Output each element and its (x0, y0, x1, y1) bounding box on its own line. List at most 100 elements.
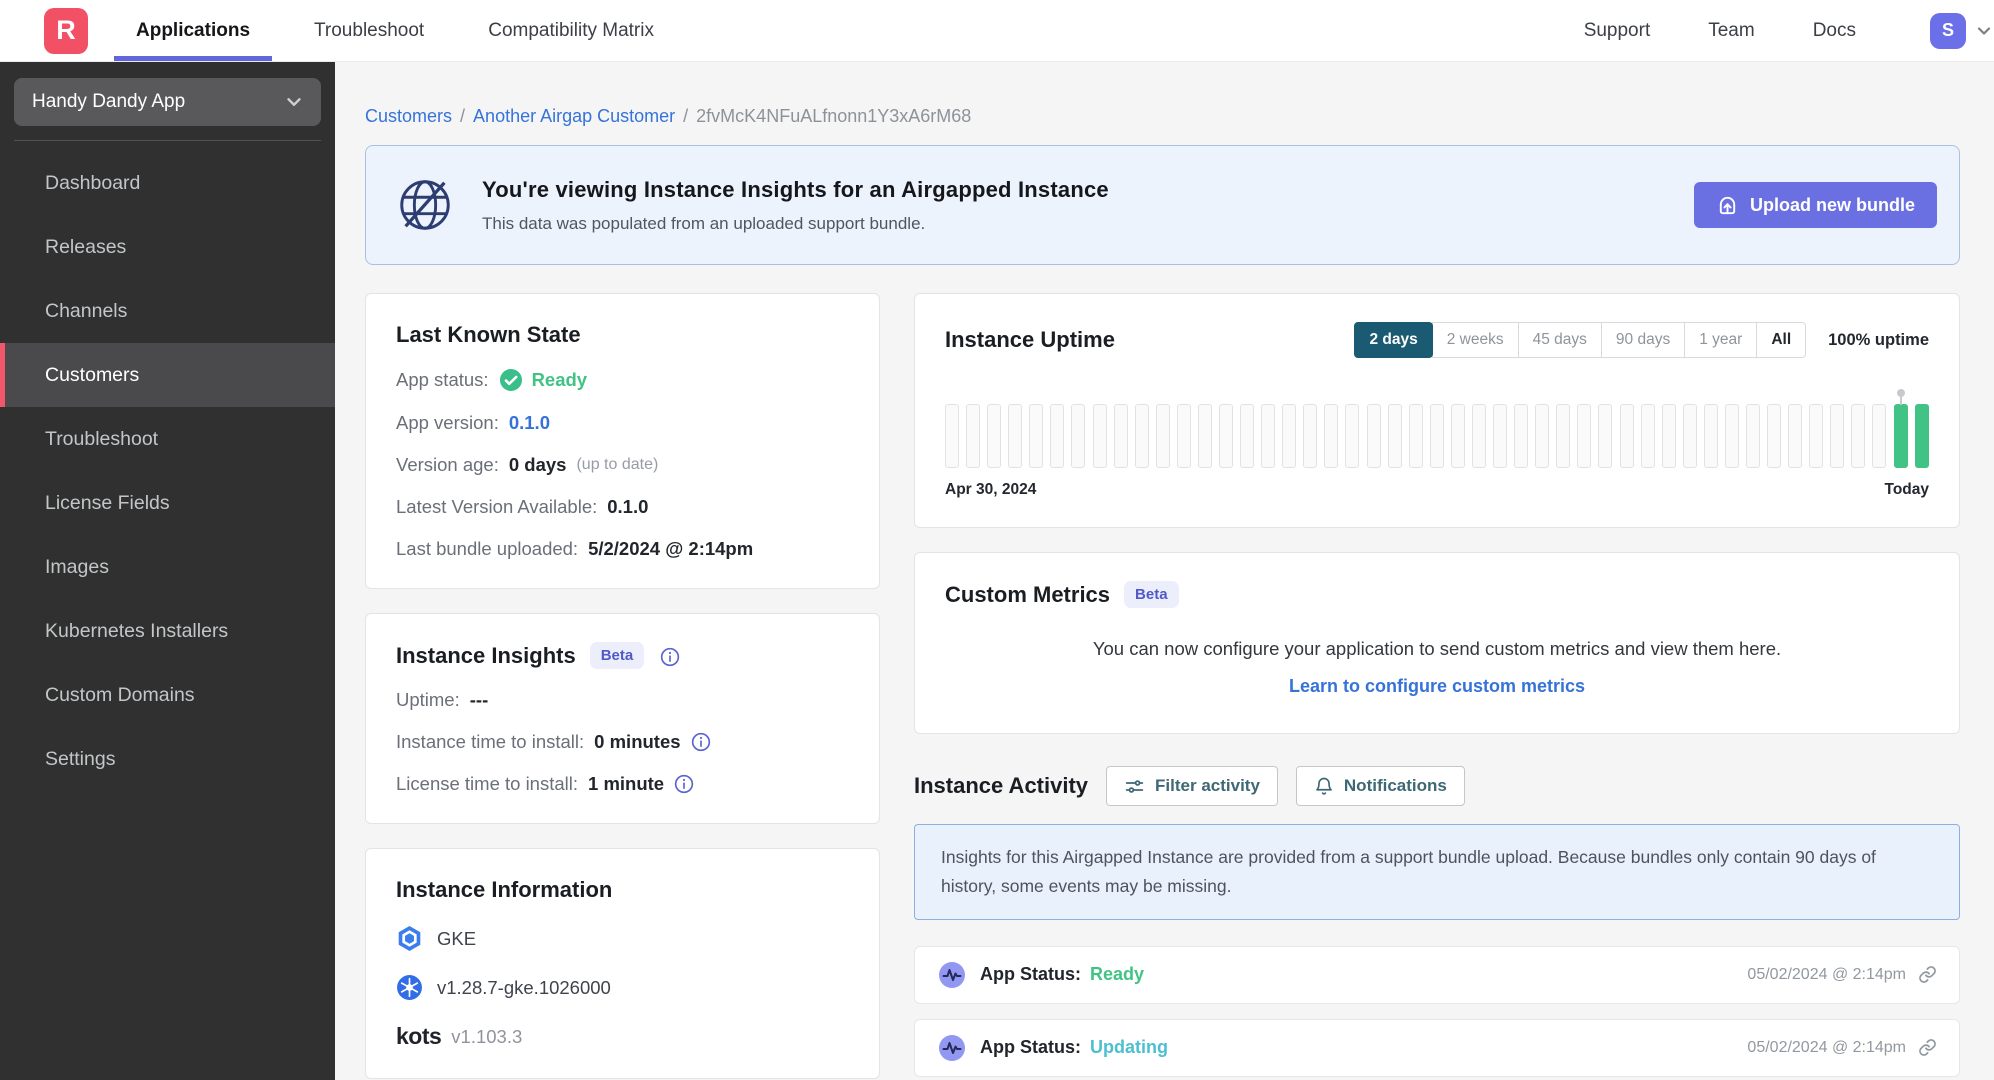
field-label: Uptime: (396, 689, 460, 710)
instance-info-row: kots v1.103.3 (396, 1023, 849, 1050)
field-value: 0 minutes (594, 731, 681, 752)
upload-new-bundle-button[interactable]: Upload new bundle (1694, 182, 1937, 228)
info-icon[interactable] (691, 732, 711, 752)
field-value: 5/2/2024 @ 2:14pm (588, 538, 754, 559)
uptime-bar-empty (1219, 404, 1234, 468)
uptime-range-all[interactable]: All (1756, 322, 1807, 358)
app-window: R Applications Troubleshoot Compatibility … (0, 0, 1994, 1080)
sidebar-item-channels[interactable]: Channels (0, 279, 335, 343)
last-known-state-row: Version age: 0 days (up to date) (396, 454, 849, 476)
filter-activity-button[interactable]: Filter activity (1106, 766, 1278, 806)
activity-status: Ready (1090, 964, 1145, 985)
user-avatar[interactable]: S (1930, 12, 1966, 49)
uptime-range-45-days[interactable]: 45 days (1517, 322, 1602, 358)
nav-item-troubleshoot[interactable]: Troubleshoot (314, 0, 424, 61)
secondary-nav: Support Team Docs (1526, 0, 1856, 61)
last-known-state-card: Last Known State App status: Ready App ver… (365, 293, 880, 589)
uptime-range-2-days[interactable]: 2 days (1354, 322, 1433, 358)
sidebar-item-custom-domains[interactable]: Custom Domains (0, 663, 335, 727)
activity-timestamp: 05/02/2024 @ 2:14pm (1747, 965, 1906, 983)
configure-custom-metrics-link[interactable]: Learn to configure custom metrics (945, 676, 1929, 697)
custom-metrics-card: Custom Metrics Beta You can now configur… (914, 552, 1960, 734)
uptime-bar-empty (1809, 404, 1824, 468)
uptime-bar-empty (1008, 404, 1023, 468)
info-icon[interactable] (660, 646, 680, 666)
banner-title: You're viewing Instance Insights for an … (482, 176, 1109, 202)
uptime-bar-empty (1092, 404, 1107, 468)
uptime-bar-empty (1155, 404, 1170, 468)
app-selector-dropdown[interactable]: Handy Dandy App (14, 78, 321, 126)
uptime-bar-empty (1556, 404, 1571, 468)
uptime-start-date: Apr 30, 2024 (945, 481, 1037, 498)
info-icon[interactable] (674, 774, 694, 794)
field-note: (up to date) (576, 456, 659, 473)
field-label: App status: (396, 369, 489, 390)
last-known-state-row: App version: 0.1.0 (396, 412, 849, 434)
kubernetes-icon (396, 974, 423, 1001)
uptime-percentage: 100% uptime (1828, 330, 1929, 349)
nav-item-team[interactable]: Team (1708, 0, 1754, 61)
field-label: License time to install: (396, 773, 579, 794)
nav-item-support[interactable]: Support (1584, 0, 1651, 61)
uptime-bar-empty (1493, 404, 1508, 468)
sidebar-divider (14, 140, 321, 141)
sidebar-item-images[interactable]: Images (0, 535, 335, 599)
permalink-icon[interactable] (1918, 965, 1937, 984)
field-label: Last bundle uploaded: (396, 538, 579, 559)
uptime-bar-empty (1324, 404, 1339, 468)
uptime-bar-chart (945, 404, 1929, 468)
instance-insights-row: Instance time to install: 0 minutes (396, 731, 849, 753)
uptime-bar-empty (1303, 404, 1318, 468)
sidebar-item-settings[interactable]: Settings (0, 727, 335, 791)
custom-metrics-description: You can now configure your application t… (1092, 638, 1782, 659)
uptime-bar-empty (1640, 404, 1655, 468)
card-title: Instance Information (396, 877, 613, 902)
uptime-range-2-weeks[interactable]: 2 weeks (1431, 322, 1519, 358)
chevron-down-icon (283, 91, 305, 113)
uptime-bar-empty (1577, 404, 1592, 468)
nav-item-compatibility-matrix[interactable]: Compatibility Matrix (488, 0, 654, 61)
uptime-bar-empty (1471, 404, 1486, 468)
uptime-range-1-year[interactable]: 1 year (1684, 322, 1758, 358)
card-title: Instance Insights (396, 642, 576, 668)
instance-insights-card: Instance Insights Beta Uptime: --- Instanc… (365, 613, 880, 824)
uptime-range-90-days[interactable]: 90 days (1600, 322, 1686, 358)
field-label: App version: (396, 412, 499, 433)
breadcrumb-link[interactable]: Customers (365, 106, 452, 126)
account-menu-chevron-icon[interactable] (1974, 21, 1994, 41)
nav-item-docs[interactable]: Docs (1813, 0, 1856, 61)
uptime-bar-empty (987, 404, 1002, 468)
check-circle-icon (499, 368, 523, 392)
sidebar: Handy Dandy App Dashboard Releases Channel… (0, 62, 335, 1080)
kots-logo: kots (396, 1023, 442, 1049)
sidebar-item-dashboard[interactable]: Dashboard (0, 151, 335, 215)
uptime-bar-empty (945, 404, 959, 468)
uptime-bar-empty (1345, 404, 1360, 468)
instance-activity-header: Instance Activity Filter activity Notifi… (914, 766, 1960, 806)
sidebar-item-releases[interactable]: Releases (0, 215, 335, 279)
gke-icon (396, 925, 423, 952)
sidebar-item-customers[interactable]: Customers (0, 343, 335, 407)
breadcrumb-link[interactable]: Another Airgap Customer (473, 106, 675, 126)
primary-nav: Applications Troubleshoot Compatibility Ma… (113, 0, 718, 61)
nav-item-applications[interactable]: Applications (113, 0, 273, 61)
sidebar-item-troubleshoot[interactable]: Troubleshoot (0, 407, 335, 471)
uptime-bar-empty (1134, 404, 1149, 468)
section-title: Instance Activity (914, 773, 1089, 798)
instance-info-row: v1.28.7-gke.1026000 (396, 974, 849, 1001)
version-link[interactable]: 0.1.0 (509, 412, 550, 434)
sidebar-item-license-fields[interactable]: License Fields (0, 471, 335, 535)
field-label: Latest Version Available: (396, 496, 598, 517)
notifications-button[interactable]: Notifications (1295, 766, 1465, 806)
banner-text: You're viewing Instance Insights for an … (482, 177, 1109, 234)
card-title: Last Known State (396, 322, 581, 347)
activity-status: Updating (1090, 1037, 1168, 1058)
uptime-end-date: Today (1884, 481, 1930, 498)
uptime-bar-empty (1366, 404, 1381, 468)
permalink-icon[interactable] (1918, 1038, 1937, 1057)
uptime-bar-empty (1050, 404, 1065, 468)
breadcrumb-current: 2fvMcK4NFuALfnonn1Y3xA6rM68 (696, 106, 972, 126)
sidebar-item-kubernetes-installers[interactable]: Kubernetes Installers (0, 599, 335, 663)
uptime-bar-empty (1261, 404, 1276, 468)
replicated-logo[interactable]: R (44, 7, 88, 54)
